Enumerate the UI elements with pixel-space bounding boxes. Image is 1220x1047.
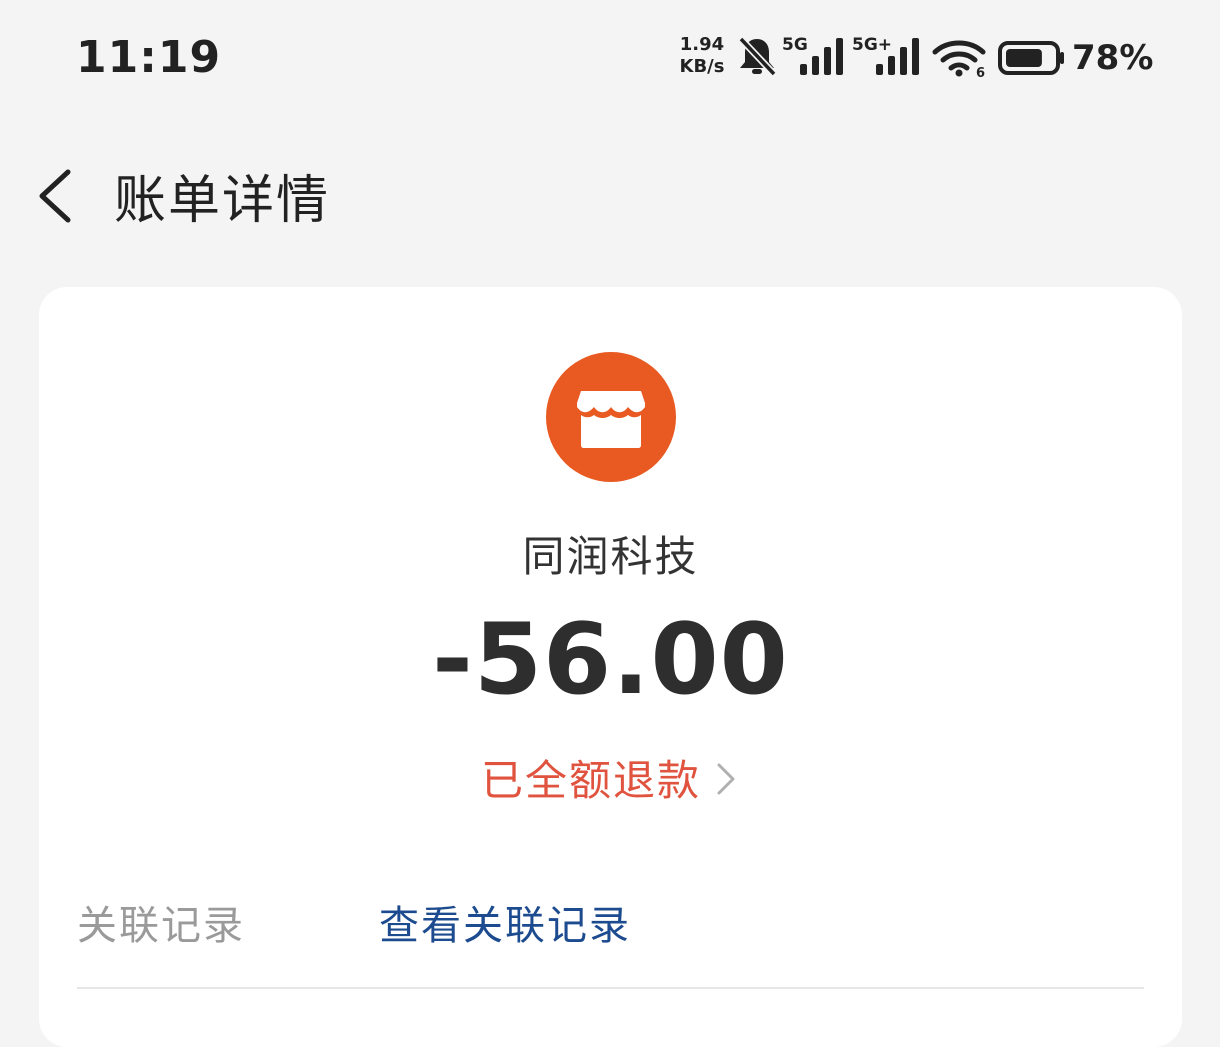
battery-percent: 78% [1072, 38, 1154, 78]
wifi-icon: 6 [932, 38, 990, 82]
bell-muted-icon [736, 34, 778, 82]
sim2-network-label: 5G+ [852, 35, 892, 55]
signal-icon: 5G [782, 34, 848, 82]
bill-amount: -56.00 [432, 603, 789, 717]
status-time: 11:19 [76, 32, 222, 83]
battery-icon [998, 40, 1066, 80]
network-speed-unit: KB/s [679, 56, 725, 77]
network-speed: 1.94 KB/s [676, 34, 728, 78]
network-speed-value: 1.94 [679, 34, 725, 55]
related-records-label: 关联记录 [77, 903, 245, 949]
sim1-network-label: 5G [782, 35, 808, 55]
view-related-records-link[interactable]: 查看关联记录 [379, 893, 631, 951]
chevron-left-icon [39, 169, 71, 223]
refund-status-text: 已全额退款 [481, 755, 702, 805]
merchant-logo [546, 352, 676, 482]
refund-status-link[interactable]: 已全额退款 [481, 747, 737, 807]
chevron-right-icon [717, 763, 735, 795]
wifi-generation-label: 6 [976, 66, 985, 78]
store-icon [577, 391, 645, 448]
back-button[interactable] [26, 160, 90, 232]
status-bar: 11:19 1.94 KB/s 5G 5G+ 6 78% [0, 0, 1220, 115]
page-title: 账单详情 [114, 171, 331, 231]
related-records-row: 关联记录 查看关联记录 [77, 887, 1144, 957]
merchant-name: 同润科技 [522, 532, 699, 581]
signal-icon: 5G+ [852, 34, 926, 82]
bill-detail-card: 同润科技 -56.00 已全额退款 关联记录 查看关联记录 [39, 287, 1182, 1047]
divider [77, 987, 1144, 989]
